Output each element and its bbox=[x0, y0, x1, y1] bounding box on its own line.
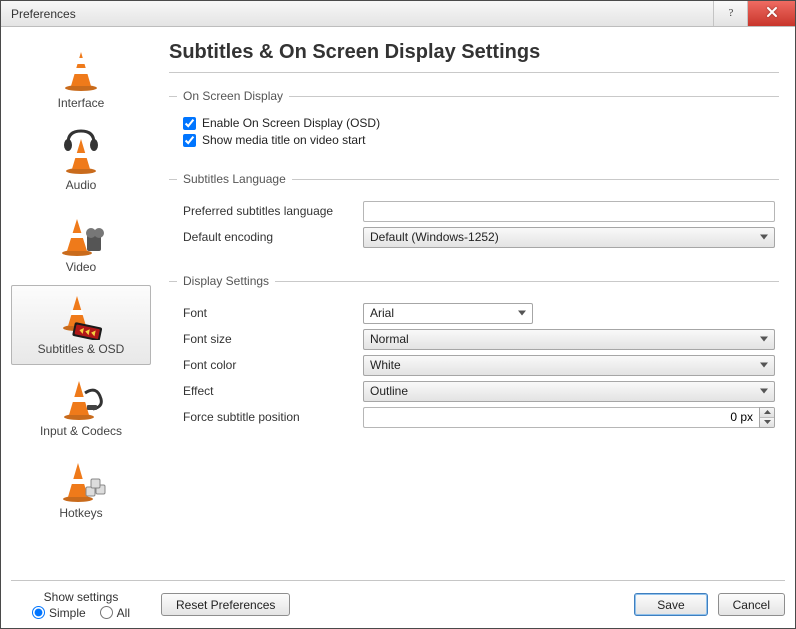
spin-down-button[interactable] bbox=[760, 418, 774, 427]
radio-simple-wrap[interactable]: Simple bbox=[32, 606, 86, 620]
input-force-position[interactable] bbox=[363, 407, 759, 428]
close-icon bbox=[766, 6, 778, 21]
sidebar-item-input-codecs[interactable]: Input & Codecs bbox=[11, 367, 151, 447]
footer: Show settings Simple All Reset Preferenc… bbox=[11, 580, 785, 628]
show-settings-group: Show settings Simple All bbox=[11, 590, 151, 620]
sidebar: Interface Audio bbox=[11, 35, 151, 580]
select-default-encoding[interactable]: Default (Windows-1252) bbox=[363, 227, 775, 248]
radio-simple[interactable] bbox=[32, 606, 45, 619]
select-effect[interactable]: Outline bbox=[363, 381, 775, 402]
sidebar-item-video[interactable]: Video bbox=[11, 203, 151, 283]
select-font[interactable]: Arial bbox=[363, 303, 533, 324]
sidebar-item-hotkeys[interactable]: Hotkeys bbox=[11, 449, 151, 529]
spin-buttons bbox=[759, 407, 775, 428]
group-lang-legend: Subtitles Language bbox=[177, 172, 292, 186]
reset-preferences-button[interactable]: Reset Preferences bbox=[161, 593, 290, 616]
preferences-window: Preferences ? bbox=[0, 0, 796, 629]
cone-icon bbox=[51, 46, 111, 94]
sidebar-item-label: Hotkeys bbox=[59, 506, 102, 520]
board-cone-icon bbox=[51, 292, 111, 340]
sidebar-item-label: Subtitles & OSD bbox=[38, 342, 125, 356]
checkbox-enable-osd-label: Enable On Screen Display (OSD) bbox=[202, 116, 380, 130]
label-font: Font bbox=[183, 306, 363, 320]
label-effect: Effect bbox=[183, 384, 363, 398]
group-display-settings: Display Settings Font Arial Font size No… bbox=[169, 274, 779, 436]
keys-cone-icon bbox=[51, 456, 111, 504]
cancel-button[interactable]: Cancel bbox=[718, 593, 785, 616]
sidebar-item-audio[interactable]: Audio bbox=[11, 121, 151, 201]
save-button[interactable]: Save bbox=[634, 593, 707, 616]
select-font-value: Arial bbox=[370, 306, 394, 320]
chevron-up-icon bbox=[764, 410, 771, 414]
group-display-legend: Display Settings bbox=[177, 274, 275, 288]
select-effect-value: Outline bbox=[370, 384, 408, 398]
sidebar-item-label: Interface bbox=[58, 96, 105, 110]
headphones-cone-icon bbox=[51, 128, 111, 176]
close-button[interactable] bbox=[747, 1, 795, 26]
radio-all-wrap[interactable]: All bbox=[100, 606, 130, 620]
label-force-position: Force subtitle position bbox=[183, 410, 363, 424]
select-default-encoding-value: Default (Windows-1252) bbox=[370, 230, 499, 244]
titlebar: Preferences ? bbox=[1, 1, 795, 27]
checkbox-show-title-label: Show media title on video start bbox=[202, 133, 365, 147]
group-osd: On Screen Display Enable On Screen Displ… bbox=[169, 89, 779, 154]
input-preferred-language[interactable] bbox=[363, 201, 775, 222]
select-font-size[interactable]: Normal bbox=[363, 329, 775, 350]
window-title: Preferences bbox=[11, 7, 76, 21]
select-font-color[interactable]: White bbox=[363, 355, 775, 376]
sidebar-item-label: Video bbox=[66, 260, 96, 274]
group-osd-legend: On Screen Display bbox=[177, 89, 289, 103]
checkbox-show-title[interactable] bbox=[183, 134, 196, 147]
sidebar-item-label: Input & Codecs bbox=[40, 424, 122, 438]
help-icon: ? bbox=[725, 6, 737, 21]
film-cone-icon bbox=[51, 210, 111, 258]
window-body: Interface Audio bbox=[1, 27, 795, 580]
sidebar-item-label: Audio bbox=[66, 178, 97, 192]
select-font-size-value: Normal bbox=[370, 332, 409, 346]
sidebar-item-interface[interactable]: Interface bbox=[11, 39, 151, 119]
page-title: Subtitles & On Screen Display Settings bbox=[169, 37, 779, 73]
radio-all[interactable] bbox=[100, 606, 113, 619]
label-font-size: Font size bbox=[183, 332, 363, 346]
radio-simple-label: Simple bbox=[49, 606, 86, 620]
chevron-down-icon bbox=[764, 420, 771, 424]
caption-buttons: ? bbox=[713, 1, 795, 26]
main-pane: Subtitles & On Screen Display Settings O… bbox=[151, 35, 785, 580]
sidebar-item-subtitles-osd[interactable]: Subtitles & OSD bbox=[11, 285, 151, 365]
radio-all-label: All bbox=[117, 606, 130, 620]
svg-text:?: ? bbox=[728, 7, 733, 18]
cable-cone-icon bbox=[51, 374, 111, 422]
spin-up-button[interactable] bbox=[760, 408, 774, 418]
label-preferred-language: Preferred subtitles language bbox=[183, 204, 363, 218]
group-subtitles-language: Subtitles Language Preferred subtitles l… bbox=[169, 172, 779, 256]
spin-force-position bbox=[363, 407, 775, 428]
checkbox-enable-osd[interactable] bbox=[183, 117, 196, 130]
label-default-encoding: Default encoding bbox=[183, 230, 363, 244]
help-button[interactable]: ? bbox=[713, 1, 747, 26]
show-settings-label: Show settings bbox=[44, 590, 119, 604]
select-font-color-value: White bbox=[370, 358, 401, 372]
label-font-color: Font color bbox=[183, 358, 363, 372]
